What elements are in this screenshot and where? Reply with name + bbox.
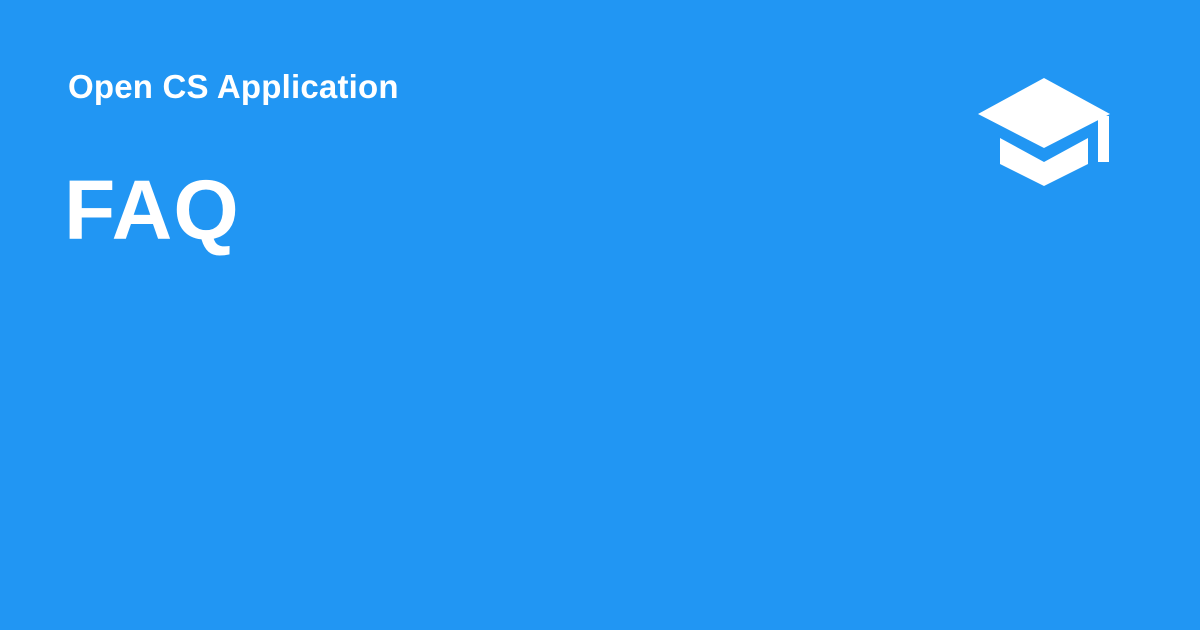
social-card: Open CS Application FAQ [0,0,1200,630]
site-name: Open CS Application [68,68,399,105]
page-title: FAQ [64,163,240,257]
graduation-cap-icon [976,76,1112,188]
